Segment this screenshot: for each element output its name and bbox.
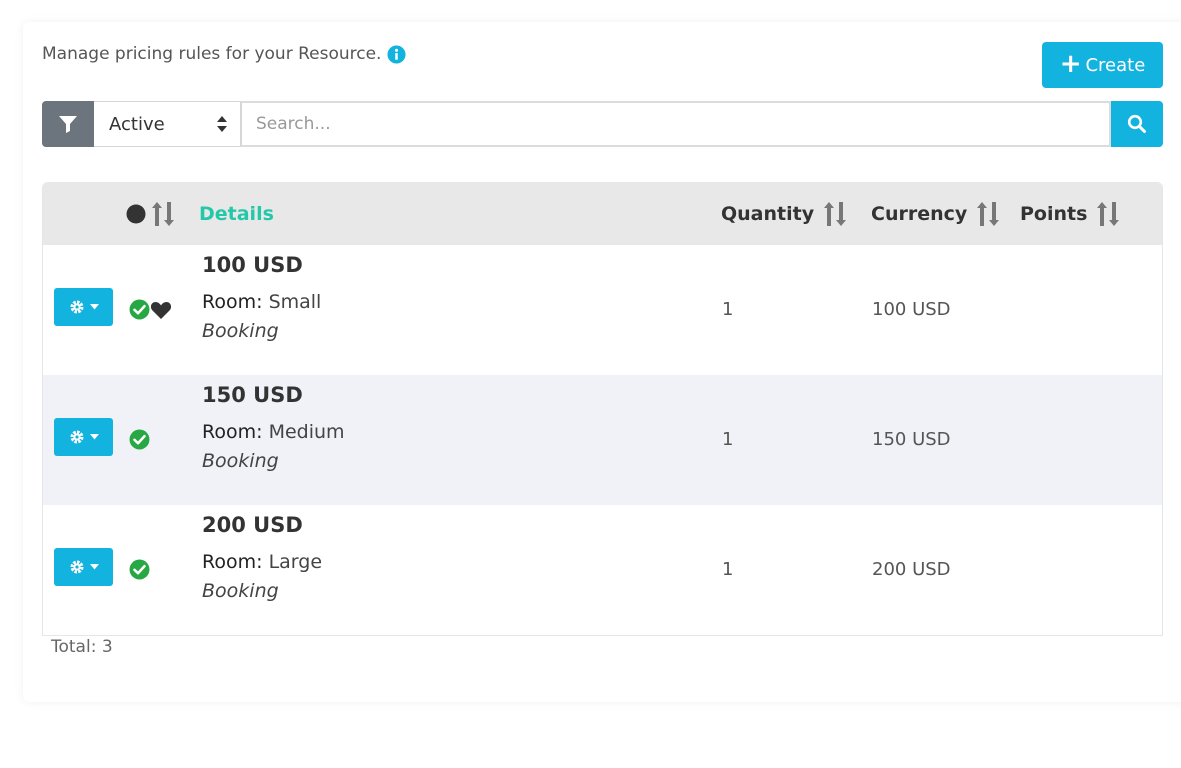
quantity-cell: 1 — [722, 429, 734, 450]
create-button[interactable]: + Create — [1042, 42, 1163, 88]
rule-details: 200 USD Room: Large Booking — [202, 513, 322, 602]
points-column-header[interactable]: Points — [1020, 183, 1121, 245]
currency-cell: 100 USD — [872, 299, 951, 320]
rule-title: 200 USD — [202, 513, 303, 537]
table-row: 150 USD Room: Medium Booking 1 150 USD — [43, 375, 1162, 505]
table-row: 200 USD Room: Large Booking 1 200 USD — [43, 505, 1162, 635]
currency-header-label: Currency — [871, 203, 968, 225]
table-header: Details Quantity Currency Points — [43, 183, 1162, 245]
total-count: Total: 3 — [51, 637, 113, 657]
sort-icon — [824, 202, 847, 226]
sort-caret-icon — [217, 116, 227, 132]
gear-icon — [70, 560, 83, 574]
create-label: Create — [1085, 54, 1146, 76]
caret-down-icon — [89, 564, 99, 570]
rule-type: Booking — [202, 580, 279, 602]
row-actions-button[interactable] — [54, 288, 113, 326]
gear-icon — [70, 430, 83, 444]
filter-icon — [59, 116, 77, 133]
room-value: Medium — [268, 421, 345, 443]
status-select[interactable]: Active — [94, 101, 241, 147]
search-icon — [1127, 114, 1146, 133]
check-circle-icon — [129, 299, 150, 320]
gear-icon — [70, 300, 83, 314]
row-status-icons — [129, 299, 172, 320]
sort-icon — [152, 202, 174, 226]
quantity-cell: 1 — [722, 559, 734, 580]
status-column-header[interactable] — [126, 183, 176, 245]
check-circle-icon — [129, 429, 150, 450]
sort-icon — [977, 202, 1000, 226]
status-dot-icon — [126, 204, 146, 224]
description-text: Manage pricing rules for your Resource. — [42, 44, 382, 64]
caret-down-icon — [89, 304, 99, 310]
filter-button[interactable] — [42, 101, 94, 147]
row-status-icons — [129, 429, 150, 450]
rule-title: 100 USD — [202, 253, 303, 277]
heart-icon — [150, 301, 172, 319]
filter-toolbar: Active — [42, 101, 1163, 147]
status-select-value: Active — [109, 113, 165, 135]
quantity-cell: 1 — [722, 299, 734, 320]
rule-room: Room: Large — [202, 551, 322, 573]
rule-title: 150 USD — [202, 383, 303, 407]
rule-type: Booking — [202, 450, 279, 472]
table-row: 100 USD Room: Small Booking 1 100 USD — [43, 245, 1162, 375]
points-header-label: Points — [1020, 203, 1088, 225]
room-label: Room: — [202, 551, 263, 573]
currency-column-header[interactable]: Currency — [871, 183, 1001, 245]
details-header-label: Details — [199, 203, 274, 225]
plus-icon: + — [1059, 49, 1082, 79]
row-status-icons — [129, 559, 150, 580]
room-label: Room: — [202, 291, 263, 313]
row-actions-button[interactable] — [54, 548, 113, 586]
rule-room: Room: Medium — [202, 421, 345, 443]
room-label: Room: — [202, 421, 263, 443]
rule-type: Booking — [202, 320, 279, 342]
search-input[interactable] — [241, 101, 1111, 147]
room-value: Small — [268, 291, 322, 313]
pricing-rules-table: Details Quantity Currency Points 100 USD… — [42, 182, 1163, 636]
row-actions-button[interactable] — [54, 418, 113, 456]
caret-down-icon — [89, 434, 99, 440]
quantity-header-label: Quantity — [721, 203, 815, 225]
search-button[interactable] — [1111, 101, 1163, 147]
check-circle-icon — [129, 559, 150, 580]
currency-cell: 200 USD — [872, 559, 951, 580]
page-description: Manage pricing rules for your Resource. — [42, 44, 406, 64]
currency-cell: 150 USD — [872, 429, 951, 450]
sort-icon — [1097, 202, 1120, 226]
quantity-column-header[interactable]: Quantity — [721, 183, 848, 245]
rule-details: 100 USD Room: Small Booking — [202, 253, 321, 342]
rule-details: 150 USD Room: Medium Booking — [202, 383, 345, 472]
room-value: Large — [268, 551, 323, 573]
info-circle-icon[interactable] — [387, 44, 406, 64]
rule-room: Room: Small — [202, 291, 321, 313]
details-column-header[interactable]: Details — [199, 183, 274, 245]
